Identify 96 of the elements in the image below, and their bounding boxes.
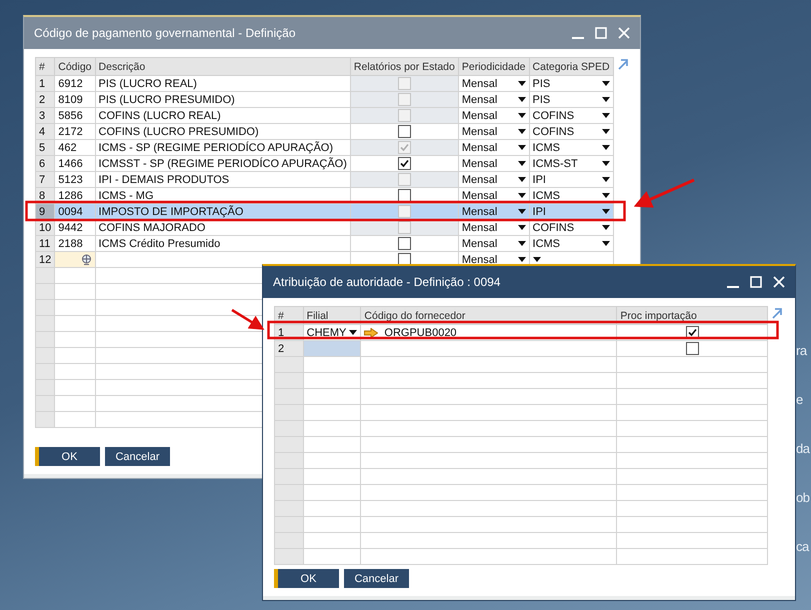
caret-icon	[518, 177, 526, 182]
caret-icon	[602, 97, 610, 102]
caret-icon	[602, 81, 610, 86]
column-header[interactable]: #	[36, 58, 55, 76]
annotation-arrow	[634, 178, 695, 208]
table-cell: 2	[274, 340, 304, 356]
caret-icon	[518, 209, 526, 214]
caret-icon	[518, 97, 526, 102]
table-cell: 9442	[58, 222, 83, 234]
caret-icon	[602, 161, 610, 166]
checkbox[interactable]	[686, 326, 699, 339]
close-icon	[772, 276, 784, 288]
caret-icon	[602, 241, 610, 246]
background-text: ob	[796, 489, 810, 506]
column-header[interactable]: Categoria SPED	[529, 58, 614, 76]
table-cell: 2172	[58, 126, 83, 138]
column-header[interactable]: Código	[54, 58, 96, 76]
column-header[interactable]: Relatórios por Estado	[350, 58, 458, 76]
table-cell: 1	[36, 76, 55, 92]
table-cell: 0094	[58, 206, 83, 218]
maximize-icon	[594, 27, 606, 39]
table-cell: 3	[36, 108, 55, 124]
caret-icon	[518, 113, 526, 118]
expand-arrow-icon	[616, 58, 629, 70]
caret-icon	[602, 129, 610, 134]
minimize-icon	[726, 286, 738, 288]
table-row[interactable]: 7 5123 IPI - DEMAIS PRODUTOS Mensal IPI	[36, 172, 614, 188]
table-cell: 5123	[58, 174, 83, 186]
caret-icon	[602, 209, 610, 214]
checkbox[interactable]	[398, 253, 411, 266]
table-cell: 462	[58, 142, 77, 154]
caret-icon	[518, 225, 526, 230]
code-field[interactable]	[54, 252, 96, 268]
caret-icon	[518, 241, 526, 246]
column-header[interactable]: Periodicidade	[458, 58, 530, 76]
maximize-icon	[750, 276, 762, 288]
checkbox[interactable]	[398, 237, 411, 250]
caret-icon	[602, 113, 610, 118]
table-cell: 11	[36, 236, 55, 252]
caret-icon	[602, 145, 610, 150]
table-row[interactable]: 1 6912 PIS (LUCRO REAL) Mensal PIS	[36, 76, 614, 92]
table-row[interactable]: 9 0094 IMPOSTO DE IMPORTAÇÃO Mensal IPI	[36, 204, 614, 220]
caret-icon	[518, 161, 526, 166]
expand-button[interactable]	[770, 306, 784, 320]
table-cell: 6	[36, 156, 55, 172]
table-cell: 2188	[58, 238, 83, 250]
table-cell: 1466	[58, 158, 83, 170]
table-cell: 5	[36, 140, 55, 156]
ok-button[interactable]: OK	[274, 569, 339, 588]
table-row[interactable]: 11 2188 ICMS Crédito Presumido Mensal ICMS	[36, 236, 614, 252]
minimize-icon	[572, 36, 584, 38]
caret-icon	[518, 81, 526, 86]
checkbox[interactable]	[398, 189, 411, 202]
table-cell: 8109	[58, 94, 83, 106]
caret-icon	[602, 225, 610, 230]
close-icon	[618, 27, 630, 39]
caret-icon	[602, 193, 610, 198]
close-button[interactable]	[772, 276, 785, 288]
background-text: ra	[796, 342, 808, 359]
ok-button[interactable]: OK	[35, 447, 100, 466]
expand-arrow-icon	[771, 307, 783, 319]
expand-button[interactable]	[616, 57, 630, 71]
cancel-button[interactable]: Cancelar	[344, 569, 409, 588]
table-cell: 5856	[58, 110, 83, 122]
table-cell: 4	[36, 124, 55, 140]
table-cell: 12	[36, 252, 55, 268]
window-title: Código de pagamento governamental - Definição	[34, 26, 296, 40]
checkbox[interactable]	[398, 157, 411, 170]
checkbox[interactable]	[686, 342, 699, 355]
table-cell: 9	[36, 204, 55, 220]
background-text: da	[796, 440, 810, 457]
annotation-arrow	[231, 308, 264, 330]
table-row[interactable]: 3 5856 COFINS (LUCRO REAL) Mensal COFINS	[36, 108, 614, 124]
table-cell: 7	[36, 172, 55, 188]
table-row[interactable]: 5 462 ICMS - SP (REGIME PERIODÍCO APURAÇÃO) Mensal ICMS	[36, 140, 614, 156]
column-header[interactable]: Descrição	[95, 58, 350, 76]
table-row[interactable]: 6 1466 ICMSST - SP (REGIME PERIODÍCO APURAÇÃO) Mensal ICMS-ST	[36, 156, 614, 172]
background-text: ca	[796, 538, 810, 555]
caret-icon	[518, 129, 526, 134]
checkbox[interactable]	[398, 125, 411, 138]
cancel-button[interactable]: Cancelar	[105, 447, 170, 466]
table-cell: 1286	[58, 190, 83, 202]
table-row[interactable]: 2 8109 PIS (LUCRO PRESUMIDO) Mensal PIS	[36, 92, 614, 108]
table-cell: 2	[36, 92, 55, 108]
caret-icon	[518, 145, 526, 150]
table-cell: 6912	[58, 78, 83, 90]
caret-icon	[518, 193, 526, 198]
globe-icon	[80, 254, 92, 265]
background-text: e	[796, 391, 804, 408]
table-row[interactable]: 2	[274, 340, 768, 356]
arrow-icon	[364, 328, 378, 338]
caret-icon	[602, 177, 610, 182]
branch-field[interactable]	[303, 340, 361, 356]
table-row[interactable]: 4 2172 COFINS (LUCRO PRESUMIDO) Mensal COFINS	[36, 124, 614, 140]
maximize-button[interactable]	[749, 276, 762, 288]
window-title: Atribuição de autoridade - Definição : 0094	[273, 275, 500, 289]
